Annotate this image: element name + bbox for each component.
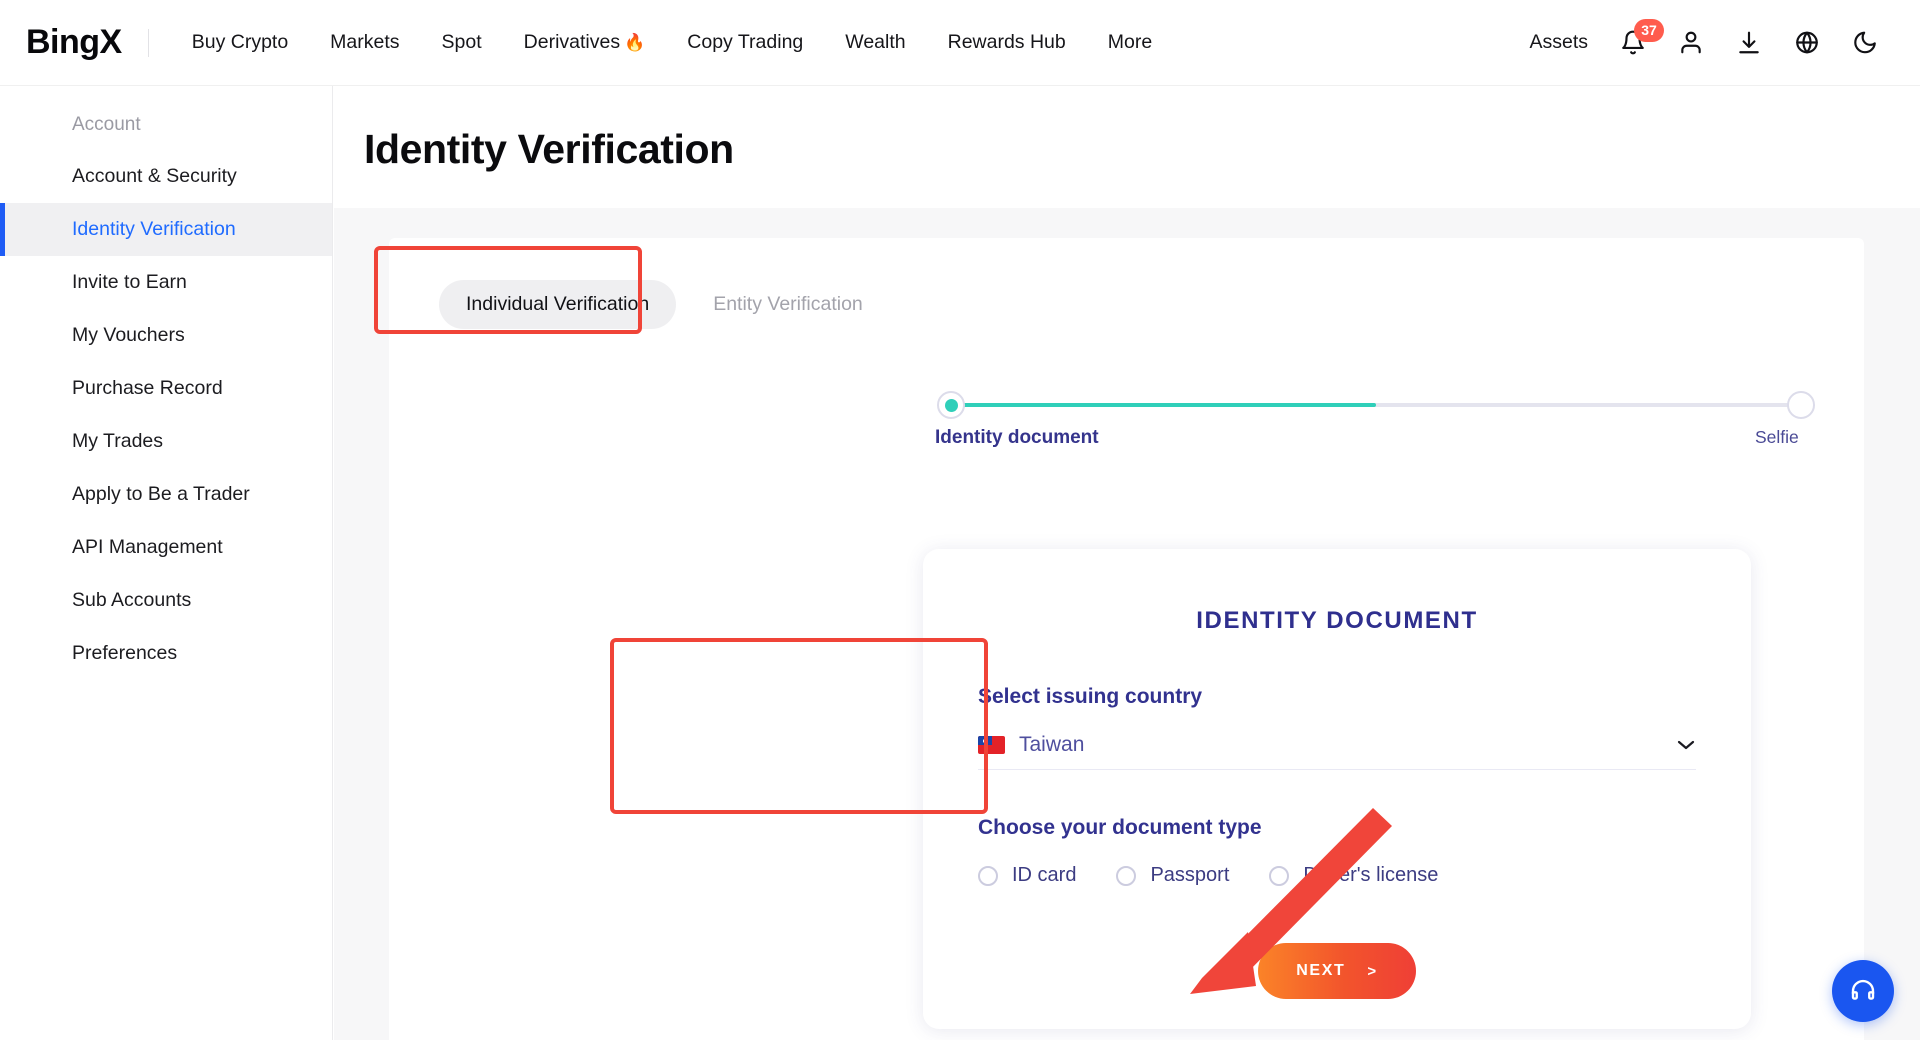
nav-item-more[interactable]: More xyxy=(1087,21,1173,64)
nav-label: Derivatives xyxy=(523,31,621,53)
flag-sun xyxy=(983,739,987,743)
document-type-label: Choose your document type xyxy=(978,816,1262,839)
selected-country-value: Taiwan xyxy=(1019,733,1085,756)
nav-label: Buy Crypto xyxy=(191,31,289,53)
chevron-down-icon xyxy=(1676,737,1696,754)
nav-label: Wealth xyxy=(845,31,906,53)
sidebar-item-preferences[interactable]: Preferences xyxy=(0,627,332,680)
fire-icon: 🔥 xyxy=(624,32,646,52)
sidebar-item-label: Identity Verification xyxy=(72,218,236,240)
main-content: Identity Verification Individual Verific… xyxy=(334,86,1920,1040)
nav-label: More xyxy=(1107,31,1153,53)
sidebar-item-identity-verification[interactable]: Identity Verification xyxy=(0,203,332,256)
language-button[interactable] xyxy=(1778,17,1836,69)
step-label-selfie: Selfie xyxy=(1755,427,1799,447)
sidebar-item-label: Preferences xyxy=(72,642,178,664)
nav-item-rewards-hub[interactable]: Rewards Hub xyxy=(927,21,1087,64)
nav-item-copy-trading[interactable]: Copy Trading xyxy=(666,21,824,64)
nav-item-derivatives[interactable]: Derivatives 🔥 xyxy=(503,21,667,64)
download-app-button[interactable] xyxy=(1720,17,1778,69)
radio-label: Driver's license xyxy=(1303,864,1439,886)
nav-item-markets[interactable]: Markets xyxy=(309,21,420,64)
step-active-dot xyxy=(944,398,958,412)
sidebar-item-label: My Trades xyxy=(72,430,164,452)
next-chevron-icon: > xyxy=(1367,962,1378,980)
issuing-country-label: Select issuing country xyxy=(978,685,1203,708)
stepper-track xyxy=(951,403,1801,407)
bingx-logo[interactable]: BingX xyxy=(26,23,122,62)
radio-option-id-card[interactable]: ID card xyxy=(978,864,1076,887)
issuing-country-select[interactable]: Taiwan xyxy=(978,733,1696,770)
sidebar-heading: Account xyxy=(72,114,141,135)
sidebar-item-label: Sub Accounts xyxy=(72,589,192,611)
radio-label: ID card xyxy=(1012,864,1077,886)
verification-stepper: Identity document Selfie xyxy=(935,386,1817,466)
verification-tabs: Individual Verification Entity Verificat… xyxy=(389,238,1864,329)
assets-link[interactable]: Assets xyxy=(1513,21,1604,64)
sidebar-item-api-management[interactable]: API Management xyxy=(0,521,332,574)
sidebar-item-purchase-record[interactable]: Purchase Record xyxy=(0,362,332,415)
nav-label: Copy Trading xyxy=(687,31,804,53)
top-navigation-bar: BingX Buy Crypto Markets Spot Derivative… xyxy=(0,0,1920,86)
notifications-button[interactable]: 37 xyxy=(1604,17,1664,69)
page-title: Identity Verification xyxy=(364,126,734,172)
sidebar-item-label: My Vouchers xyxy=(72,324,185,346)
tab-label: Entity Verification xyxy=(713,293,863,315)
sidebar-item-label: Account & Security xyxy=(72,165,237,187)
taiwan-flag-icon xyxy=(978,736,1005,754)
identity-document-form: IDENTITY DOCUMENT Select issuing country… xyxy=(923,549,1751,1029)
radio-label: Passport xyxy=(1150,864,1230,886)
sidebar-item-apply-to-be-a-trader[interactable]: Apply to Be a Trader xyxy=(0,468,332,521)
moon-icon xyxy=(1854,31,1876,54)
sidebar-item-label: Purchase Record xyxy=(72,377,223,399)
stepper-progress-fill xyxy=(951,403,1376,407)
main-nav: Buy Crypto Markets Spot Derivatives 🔥 Co… xyxy=(171,21,1173,64)
step-node-selfie[interactable] xyxy=(1787,391,1815,419)
radio-option-passport[interactable]: Passport xyxy=(1116,864,1229,887)
sidebar-item-my-vouchers[interactable]: My Vouchers xyxy=(0,309,332,362)
next-button[interactable]: NEXT > xyxy=(1258,943,1416,999)
account-sidebar: Account Account & Security Identity Veri… xyxy=(0,86,333,1040)
radio-circle-icon[interactable] xyxy=(978,865,998,886)
sidebar-item-account-security[interactable]: Account & Security xyxy=(0,150,332,203)
sidebar-item-sub-accounts[interactable]: Sub Accounts xyxy=(0,574,332,627)
nav-label: Rewards Hub xyxy=(947,31,1066,53)
sidebar-item-label: Invite to Earn xyxy=(72,271,187,293)
step-node-identity-document[interactable] xyxy=(937,391,965,419)
nav-label: Markets xyxy=(330,31,400,53)
globe-icon xyxy=(1796,31,1818,54)
brand-divider xyxy=(147,28,149,57)
nav-item-wealth[interactable]: Wealth xyxy=(824,21,926,64)
top-bar-actions: Assets 37 xyxy=(1513,17,1920,69)
user-icon xyxy=(1681,31,1701,54)
tab-entity-verification[interactable]: Entity Verification xyxy=(686,280,890,329)
radio-circle-icon[interactable] xyxy=(1116,865,1137,886)
sidebar-item-my-trades[interactable]: My Trades xyxy=(0,415,332,468)
sidebar-item-invite-to-earn[interactable]: Invite to Earn xyxy=(0,256,332,309)
sidebar-item-label: API Management xyxy=(72,536,223,558)
next-button-label: NEXT xyxy=(1296,962,1346,979)
tab-label: Individual Verification xyxy=(466,293,650,315)
next-button-row: NEXT > xyxy=(923,943,1751,999)
tab-individual-verification[interactable]: Individual Verification xyxy=(439,280,677,329)
dark-mode-toggle[interactable] xyxy=(1836,17,1894,69)
notification-badge: 37 xyxy=(1634,18,1664,42)
radio-circle-icon[interactable] xyxy=(1269,865,1290,886)
nav-item-buy-crypto[interactable]: Buy Crypto xyxy=(171,21,309,64)
download-icon xyxy=(1739,31,1759,54)
user-profile-button[interactable] xyxy=(1662,17,1720,69)
headset-icon xyxy=(1851,979,1875,1000)
document-type-options: ID card Passport Driver's license xyxy=(978,864,1751,887)
sidebar-item-label: Apply to Be a Trader xyxy=(72,483,250,505)
form-heading: IDENTITY DOCUMENT xyxy=(1196,607,1478,634)
support-chat-button[interactable] xyxy=(1832,960,1894,1022)
nav-label: Spot xyxy=(441,31,482,53)
nav-item-spot[interactable]: Spot xyxy=(421,21,503,64)
step-label-identity-document: Identity document xyxy=(935,427,1099,448)
radio-option-drivers-license[interactable]: Driver's license xyxy=(1269,864,1438,887)
